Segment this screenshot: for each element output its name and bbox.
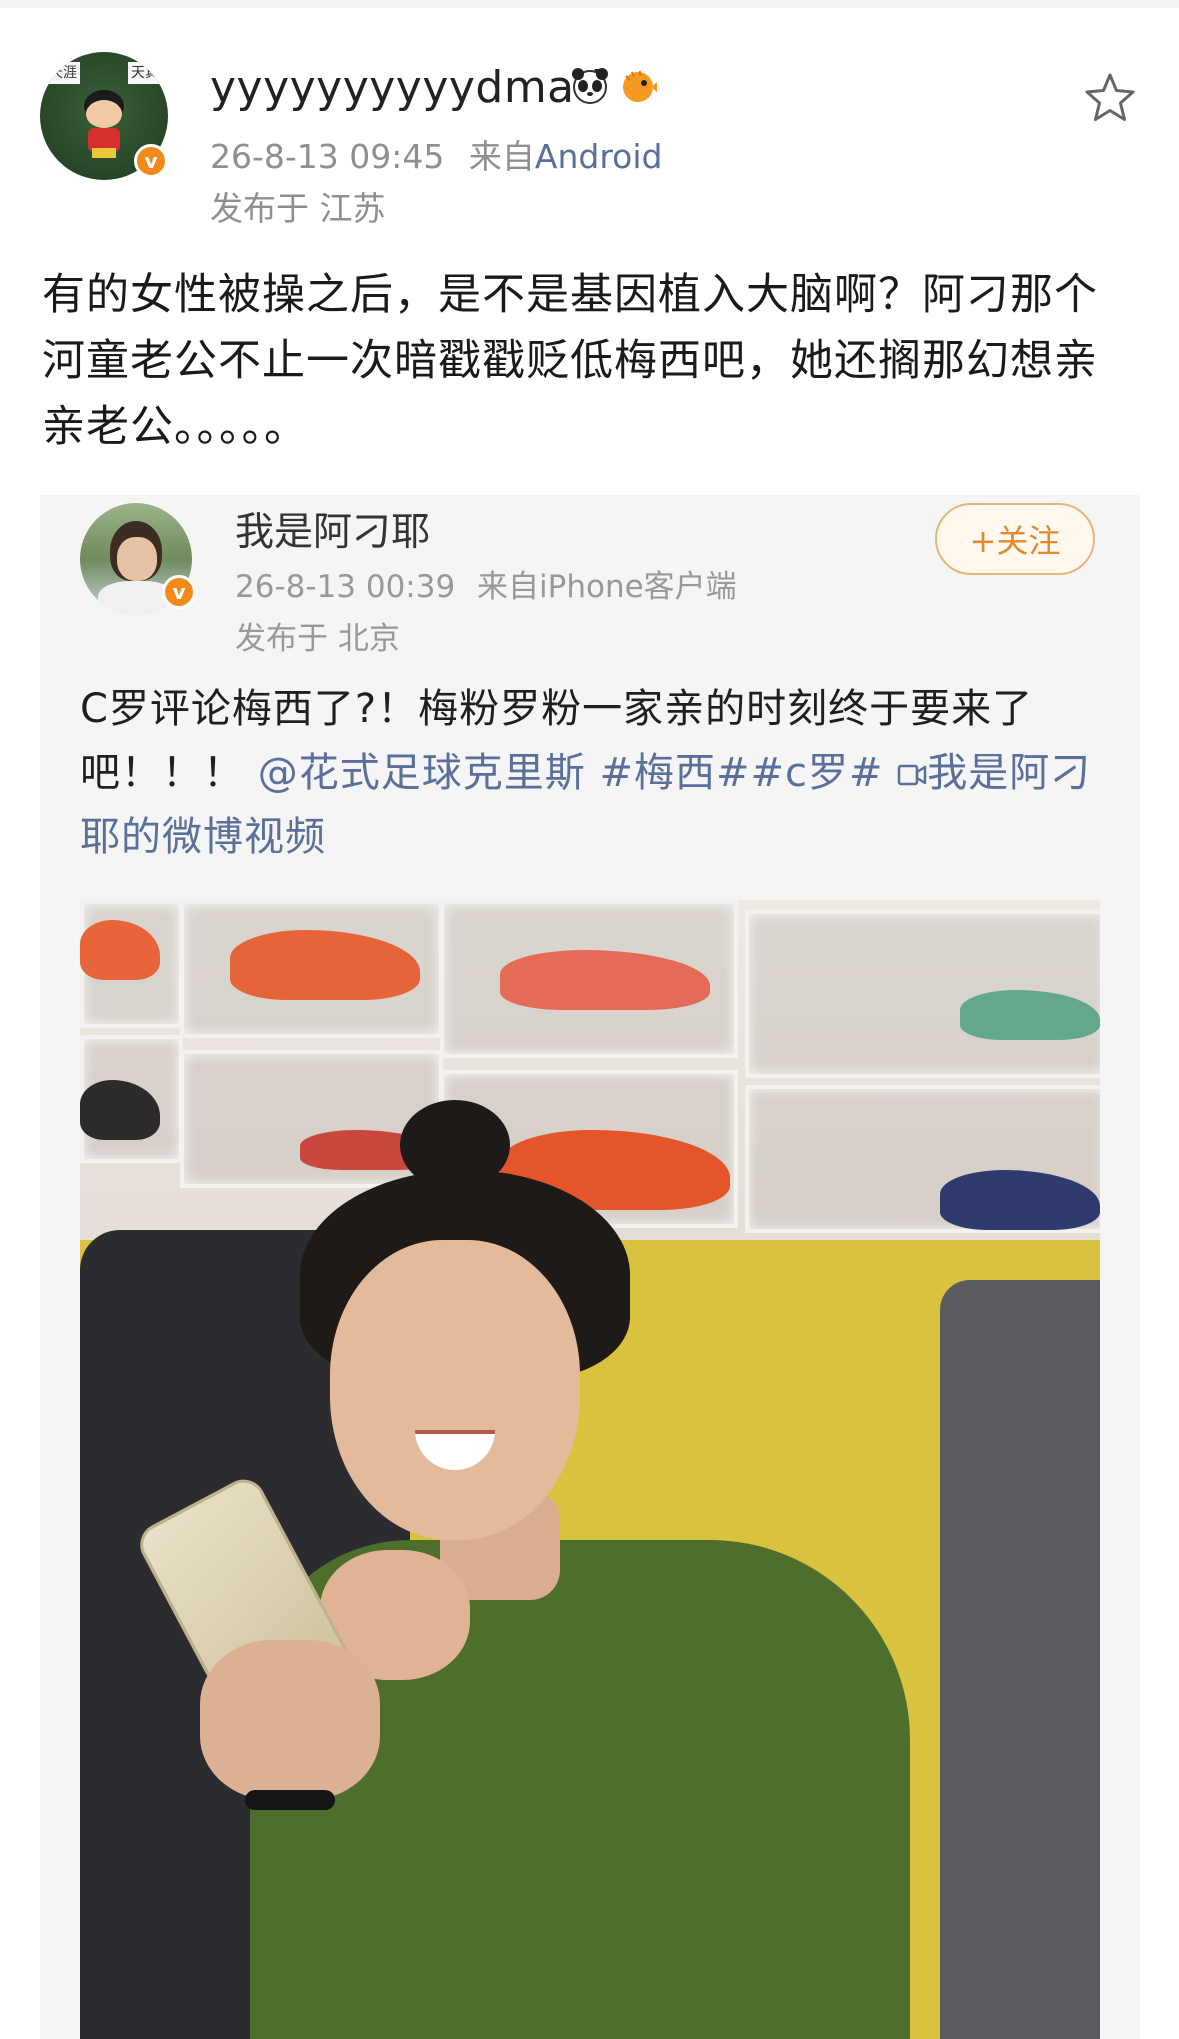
source-app-link[interactable]: Android bbox=[535, 137, 663, 176]
post-time: 26-8-13 09:45 bbox=[210, 137, 445, 176]
quoted-source-app: iPhone客户端 bbox=[539, 569, 737, 605]
quoted-source-prefix: 来自 bbox=[477, 569, 540, 605]
source-prefix: 来自 bbox=[468, 137, 535, 176]
post-body-text: 有的女性被操之后，是不是基因植入大脑啊？阿刁那个河童老公不止一次暗戳戳贬低梅西吧… bbox=[42, 270, 1098, 452]
post-location: 发布于 江苏 bbox=[210, 189, 386, 228]
top-divider bbox=[0, 0, 1179, 8]
quoted-post-card[interactable]: v 我是阿刁耶 26-8-13 00:39 来自iPhone客户端 发布于 北京… bbox=[40, 495, 1140, 2039]
smiling-face bbox=[330, 1240, 580, 1540]
quoted-meta-time-source: 26-8-13 00:39 来自iPhone客户端 bbox=[235, 561, 737, 606]
mention-link[interactable]: @花式足球克里斯 bbox=[258, 750, 586, 796]
quoted-post-time: 26-8-13 00:39 bbox=[235, 569, 456, 605]
follow-button[interactable]: +关注 bbox=[935, 503, 1095, 575]
author-name[interactable]: yyyyyyyyyydmad bbox=[210, 62, 603, 113]
verified-badge-icon: v bbox=[134, 144, 168, 178]
hashtag-links[interactable]: #梅西##c罗# bbox=[599, 750, 883, 796]
quoted-author-name[interactable]: 我是阿刁耶 bbox=[235, 501, 430, 557]
cartoon-boy-icon bbox=[84, 90, 124, 158]
favorite-star-icon[interactable] bbox=[1082, 70, 1138, 126]
quoted-verified-badge-icon: v bbox=[162, 575, 196, 609]
blowfish-icon bbox=[623, 71, 657, 102]
post-photo[interactable] bbox=[80, 900, 1100, 2039]
quoted-body-text: C罗评论梅西了?！梅粉罗粉一家亲的时刻终于要来了吧！！！ @花式足球克里斯 #梅… bbox=[80, 677, 1120, 869]
post-meta-time-source: 26-8-13 09:45 来自Android bbox=[210, 130, 662, 178]
panda-icon bbox=[572, 68, 608, 104]
gray-pillow bbox=[940, 1280, 1100, 2039]
video-camera-icon bbox=[897, 764, 927, 786]
quoted-post-location: 发布于 北京 bbox=[235, 621, 400, 657]
